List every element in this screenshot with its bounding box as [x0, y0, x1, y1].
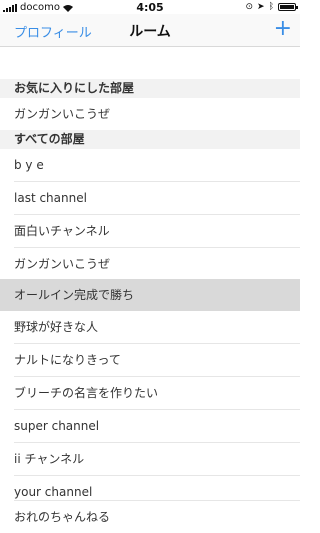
list-item-highlighted[interactable]: オールイン完成で勝ち: [0, 279, 300, 311]
list-item[interactable]: ブリーチの名言を作りたい: [0, 377, 300, 409]
bluetooth-icon: ᛒ: [268, 2, 274, 12]
list-item[interactable]: おれのちゃんねる: [0, 501, 300, 533]
all-rooms-section-header: すべての部屋: [0, 130, 300, 149]
battery-icon: [278, 3, 298, 11]
list-item[interactable]: b y e: [0, 149, 300, 181]
list-item[interactable]: ナルトになりきって: [0, 344, 300, 376]
list-item[interactable]: ガンガンいこうぜ: [0, 248, 300, 280]
location-icon: ➤: [257, 2, 265, 12]
rotation-lock-icon: ⊙: [245, 2, 254, 12]
nav-bar: プロフィール ルーム +: [0, 14, 300, 47]
list-item[interactable]: last channel: [0, 182, 300, 214]
status-right: ⊙ ➤ ᛒ: [245, 2, 298, 12]
status-bar: docomo 4:05 ⊙ ➤ ᛒ: [0, 0, 300, 14]
top-spacer: [0, 47, 300, 79]
list-item[interactable]: ii チャンネル: [0, 443, 300, 475]
list-item[interactable]: 野球が好きな人: [0, 311, 300, 343]
add-room-button[interactable]: +: [274, 14, 292, 44]
favorites-section-header: お気に入りにした部屋: [0, 79, 300, 98]
list-item-favorite[interactable]: ガンガンいこうぜ: [0, 98, 300, 130]
list-item[interactable]: 面白いチャンネル: [0, 215, 300, 247]
page-title: ルーム: [129, 24, 171, 40]
list-item[interactable]: super channel: [0, 410, 300, 442]
